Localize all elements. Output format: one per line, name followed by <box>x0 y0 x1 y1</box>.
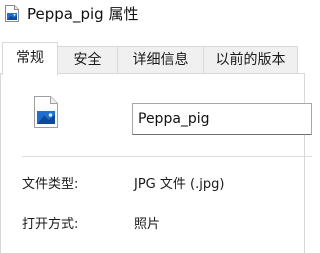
tab-details[interactable]: 详细信息 <box>117 46 204 74</box>
open-with-label: 打开方式: <box>22 217 79 232</box>
tab-general[interactable]: 常规 <box>2 42 58 75</box>
image-file-icon <box>5 5 19 22</box>
file-type-value: JPG 文件 (.jpg) <box>134 177 225 192</box>
tab-security[interactable]: 安全 <box>57 46 118 74</box>
tab-previous-versions[interactable]: 以前的版本 <box>203 46 298 74</box>
image-file-icon <box>34 96 58 128</box>
open-with-value: 照片 <box>134 217 161 232</box>
divider <box>22 156 312 157</box>
title-bar: Peppa_pig 属性 <box>0 0 296 32</box>
window-title: Peppa_pig 属性 <box>27 5 139 23</box>
file-name-input[interactable]: Peppa_pig <box>132 103 312 135</box>
file-type-label: 文件类型: <box>22 177 79 192</box>
tab-strip: 常规 安全 详细信息 以前的版本 <box>0 42 298 75</box>
